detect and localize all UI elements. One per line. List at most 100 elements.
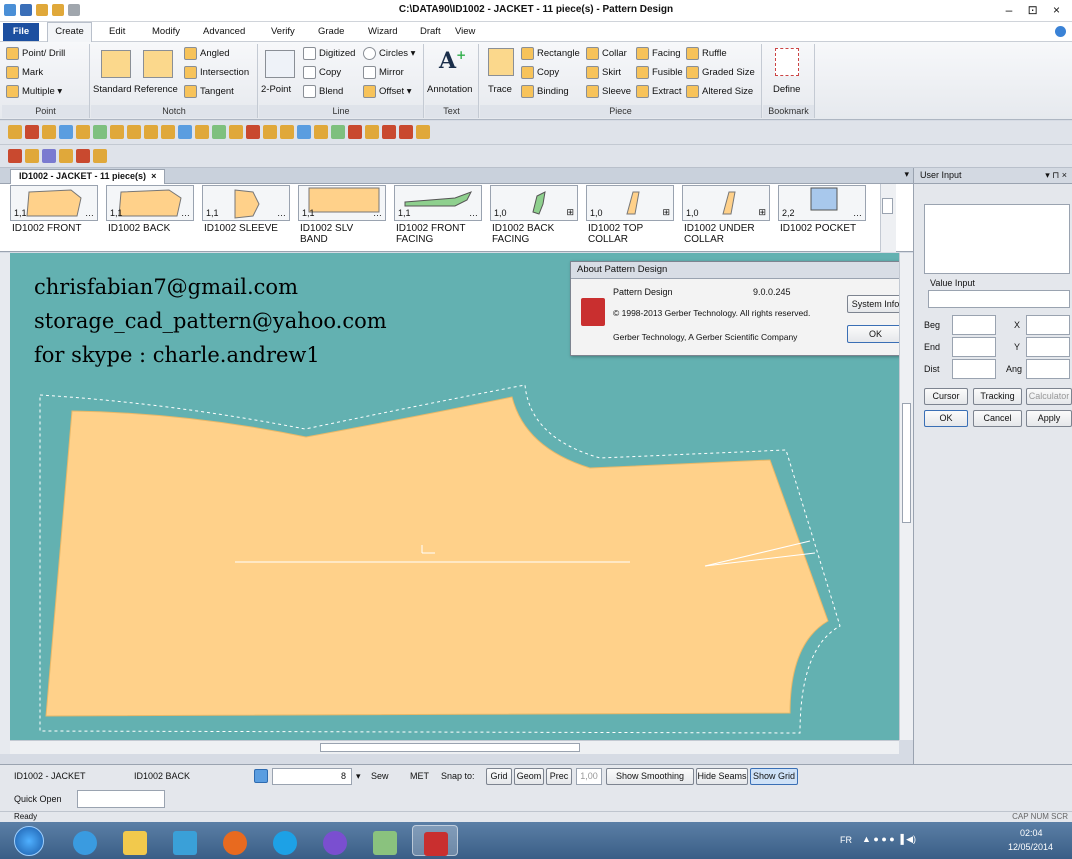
back-piece-shape[interactable] xyxy=(45,396,829,717)
start-button[interactable] xyxy=(14,826,44,856)
piece-card[interactable]: 1,1… ID1002 BACK xyxy=(104,184,194,252)
toolbar-icon-24[interactable] xyxy=(399,125,413,139)
toolbar-icon-18[interactable] xyxy=(297,125,311,139)
toolbar2-icon-3[interactable] xyxy=(42,149,56,163)
cursor-button[interactable]: Cursor xyxy=(924,388,968,405)
annotation-icon[interactable]: A+ xyxy=(439,48,466,74)
mirror-button[interactable]: Mirror xyxy=(363,66,404,79)
system-info-button[interactable]: System Info xyxy=(847,295,904,313)
taskbar-ie[interactable] xyxy=(62,825,108,856)
language-indicator[interactable]: FR xyxy=(840,835,852,845)
toolbar-icon-5[interactable] xyxy=(76,125,90,139)
sleeve-button[interactable]: Sleeve xyxy=(586,85,631,98)
toolbar-icon-10[interactable] xyxy=(161,125,175,139)
close-tab-icon[interactable]: × xyxy=(151,171,156,181)
blend-button[interactable]: Blend xyxy=(303,85,343,98)
x-field[interactable] xyxy=(1026,315,1070,335)
toolbar-icon-7[interactable] xyxy=(110,125,124,139)
toolbar-icon-8[interactable] xyxy=(127,125,141,139)
extract-button[interactable]: Extract xyxy=(636,85,682,98)
piece-card[interactable]: 2,2… ID1002 POCKET xyxy=(776,184,866,252)
tab-wizard[interactable]: Wizard xyxy=(368,26,398,37)
toolbar-icon-1[interactable] xyxy=(8,125,22,139)
facing-button[interactable]: Facing xyxy=(636,47,681,60)
taskbar-viber[interactable] xyxy=(312,825,358,856)
tab-create[interactable]: Create xyxy=(47,22,92,43)
toolbar2-icon-4[interactable] xyxy=(59,149,73,163)
angled-button[interactable]: Angled xyxy=(184,47,230,60)
graded-size-button[interactable]: Graded Size xyxy=(686,66,755,79)
horizontal-scroll-thumb[interactable] xyxy=(320,743,580,752)
snap-prec-button[interactable]: Prec xyxy=(546,768,572,785)
tab-grade[interactable]: Grade xyxy=(318,26,344,37)
tab-file[interactable]: File xyxy=(3,23,39,41)
piece-card[interactable]: 1,1… ID1002 SLEEVE xyxy=(200,184,290,252)
panel-cancel-button[interactable]: Cancel xyxy=(973,410,1022,427)
toolbar2-icon-1[interactable] xyxy=(8,149,22,163)
tracking-button[interactable]: Tracking xyxy=(973,388,1022,405)
vertical-scroll-thumb[interactable] xyxy=(902,403,911,523)
binding-button[interactable]: Binding xyxy=(521,85,569,98)
show-smoothing-button[interactable]: Show Smoothing xyxy=(606,768,694,785)
hide-seams-button[interactable]: Hide Seams xyxy=(696,768,748,785)
collar-button[interactable]: Collar xyxy=(586,47,627,60)
snap-grid-button[interactable]: Grid xyxy=(486,768,512,785)
annotation-button[interactable]: Annotation xyxy=(427,84,472,95)
taskbar-media[interactable] xyxy=(162,825,208,856)
toolbar-icon-13[interactable] xyxy=(212,125,226,139)
canvas-horizontal-scrollbar[interactable] xyxy=(10,740,899,754)
tray-scroll-thumb[interactable] xyxy=(882,198,893,214)
tray-scrollbar[interactable] xyxy=(880,184,896,252)
rectangle-button[interactable]: Rectangle xyxy=(521,47,580,60)
document-tab[interactable]: ID1002 - JACKET - 11 piece(s) × xyxy=(10,169,166,184)
define-bookmark-icon[interactable] xyxy=(775,48,799,76)
toolbar-icon-2[interactable] xyxy=(25,125,39,139)
toolbar-icon-3[interactable] xyxy=(42,125,56,139)
tab-view[interactable]: View xyxy=(455,26,475,37)
trace-button[interactable]: Trace xyxy=(488,84,512,95)
skirt-button[interactable]: Skirt xyxy=(586,66,621,79)
snap-geom-button[interactable]: Geom xyxy=(514,768,544,785)
precision-field[interactable]: 1,00 xyxy=(576,768,602,785)
panel-pin-close-icon[interactable]: ▾ ⊓ × xyxy=(1045,170,1067,181)
mark-button[interactable]: Mark xyxy=(6,66,43,79)
tray-icons[interactable]: ▲ ● ● ● ▐ ◀) xyxy=(862,834,916,845)
piece-card[interactable]: 1,0 ⊞ ID1002 TOP COLLAR xyxy=(584,184,674,252)
tab-verify[interactable]: Verify xyxy=(271,26,295,37)
toolbar2-icon-6[interactable] xyxy=(93,149,107,163)
point-drill-button[interactable]: Point/ Drill xyxy=(6,47,65,60)
piece-card[interactable]: 1,0 ⊞ ID1002 BACK FACING xyxy=(488,184,578,252)
offset-button[interactable]: Offset ▾ xyxy=(363,85,412,98)
toolbar2-icon-2[interactable] xyxy=(25,149,39,163)
define-button[interactable]: Define xyxy=(773,84,800,95)
taskbar-explorer[interactable] xyxy=(112,825,158,856)
piece-browse-button[interactable] xyxy=(254,769,268,783)
toolbar-icon-6[interactable] xyxy=(93,125,107,139)
copy-piece-button[interactable]: Copy xyxy=(521,66,559,79)
circles-button[interactable]: Circles ▾ xyxy=(363,47,415,60)
about-ok-button[interactable]: OK xyxy=(847,325,904,343)
taskbar-app[interactable] xyxy=(362,825,408,856)
toolbar-icon-11[interactable] xyxy=(178,125,192,139)
tab-dropdown-icon[interactable]: ▾ xyxy=(904,169,909,180)
value-input-field[interactable] xyxy=(928,290,1070,308)
reference-notch-icon[interactable] xyxy=(143,50,173,78)
tab-edit[interactable]: Edit xyxy=(109,26,125,37)
tab-draft[interactable]: Draft xyxy=(420,26,441,37)
dist-field[interactable] xyxy=(952,359,996,379)
toolbar-icon-23[interactable] xyxy=(382,125,396,139)
quick-open-input[interactable] xyxy=(77,790,165,808)
intersection-button[interactable]: Intersection xyxy=(184,66,249,79)
canvas-vertical-scrollbar[interactable] xyxy=(899,253,913,740)
toolbar-icon-16[interactable] xyxy=(263,125,277,139)
toolbar-icon-22[interactable] xyxy=(365,125,379,139)
toolbar-icon-19[interactable] xyxy=(314,125,328,139)
toolbar2-icon-5[interactable] xyxy=(76,149,90,163)
sew-dropdown-icon[interactable]: ▾ xyxy=(356,771,361,782)
end-field[interactable] xyxy=(952,337,996,357)
y-field[interactable] xyxy=(1026,337,1070,357)
two-point-line-icon[interactable] xyxy=(265,50,295,78)
toolbar-icon-15[interactable] xyxy=(246,125,260,139)
taskbar-pattern-design[interactable] xyxy=(412,825,458,856)
toolbar-icon-14[interactable] xyxy=(229,125,243,139)
